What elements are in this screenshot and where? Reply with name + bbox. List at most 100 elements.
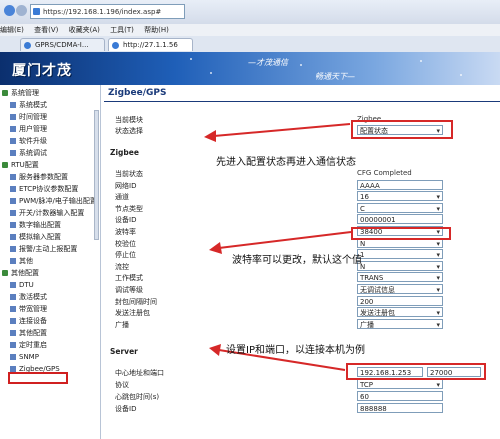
- menu-help[interactable]: 帮助(H): [144, 26, 169, 34]
- menu-favorites[interactable]: 收藏夹(A): [69, 26, 100, 34]
- sidebar-item-label: 用户管理: [19, 125, 47, 133]
- sidebar-item[interactable]: 其他配置: [0, 328, 110, 339]
- sidebar-item-label: 系统模式: [19, 101, 47, 109]
- sidebar-item[interactable]: 报警/主动上报配置: [0, 244, 110, 255]
- sidebar-item-label: SNMP: [19, 353, 39, 361]
- field-input[interactable]: 00000001: [357, 214, 443, 225]
- sidebar-item-label: ETCP协议参数配置: [19, 185, 79, 193]
- sidebar-item-label: 数字输出配置: [19, 221, 61, 229]
- sidebar-nav: 系统管理 系统模式 时间管理 用户管理 软件升级 系统调试 RTU配置 服务器参数配置 ETCP…: [0, 85, 101, 439]
- sidebar-item[interactable]: 定时重启: [0, 340, 110, 351]
- forward-icon[interactable]: [16, 5, 27, 16]
- sidebar-item-label: 连接设备: [19, 317, 47, 325]
- field-label: 工作模式: [115, 274, 143, 283]
- field-select[interactable]: 16: [357, 191, 443, 202]
- menu-view[interactable]: 查看(V): [34, 26, 58, 34]
- sidebar-item[interactable]: 其他配置: [0, 268, 102, 279]
- sidebar-highlight-box: [8, 372, 68, 384]
- field-label: 校验位: [115, 239, 136, 248]
- sidebar-item-label: 系统调试: [19, 149, 47, 157]
- field-label: 心跳包时间(s): [115, 393, 160, 401]
- field-select[interactable]: 发送注册包: [357, 307, 443, 318]
- menu-edit[interactable]: 编辑(E): [0, 26, 24, 34]
- state-label: 状态选择: [115, 127, 143, 135]
- title-divider: [104, 101, 500, 102]
- banner-decoration: [190, 58, 192, 60]
- page-icon: [10, 150, 16, 156]
- tab-http[interactable]: http://27.1.1.56: [108, 38, 193, 51]
- page-title: Zigbee/GPS: [108, 88, 167, 98]
- sidebar-item-label: 软件升级: [19, 137, 47, 145]
- page-icon: [10, 342, 16, 348]
- browser-address-bar: https://192.168.1.196/index.asp#: [0, 0, 500, 25]
- folder-icon: [2, 270, 8, 276]
- sidebar-item[interactable]: 系统管理: [0, 88, 102, 99]
- tab-gprs[interactable]: GPRS/CDMA-I...: [20, 38, 105, 51]
- sidebar-item-label: DTU: [19, 281, 34, 289]
- page-icon: [10, 198, 16, 204]
- sidebar-item-label: 定时重启: [19, 341, 47, 349]
- sidebar-item[interactable]: DTU: [0, 280, 110, 291]
- baud-highlight-box: [351, 227, 451, 240]
- field-label: 网络ID: [115, 181, 137, 190]
- field-select[interactable]: 广播: [357, 318, 443, 329]
- sidebar-scrollbar[interactable]: [94, 110, 99, 240]
- field-select[interactable]: TRANS: [357, 272, 443, 283]
- field-input[interactable]: 888888: [357, 403, 443, 413]
- field-select[interactable]: 1: [357, 249, 443, 260]
- field-label: 调试等级: [115, 286, 143, 294]
- banner-decoration: [420, 60, 422, 62]
- sidebar-item-label: 系统管理: [11, 89, 39, 97]
- site-logo: 厦门才茂: [12, 63, 72, 79]
- page-icon: [10, 126, 16, 132]
- state-highlight-box: [351, 120, 453, 139]
- back-icon[interactable]: [4, 5, 15, 16]
- field-label: 协议: [115, 381, 129, 389]
- field-select[interactable]: 无调试信息: [357, 284, 443, 294]
- sidebar-item-label: RTU配置: [11, 161, 39, 169]
- tab-favicon-icon: [112, 42, 119, 49]
- field-input[interactable]: 60: [357, 391, 443, 401]
- page-icon: [10, 186, 16, 192]
- field-select[interactable]: C: [357, 202, 443, 213]
- field-label: 波特率: [115, 228, 136, 236]
- sidebar-item[interactable]: 其他: [0, 256, 110, 267]
- field-input[interactable]: 200: [357, 295, 443, 306]
- page-icon: [10, 138, 16, 144]
- field-label: 设备ID: [115, 405, 137, 413]
- sidebar-item-label: 模拟输入配置: [19, 233, 61, 241]
- field-value: CFG Completed: [357, 169, 412, 177]
- banner-decoration: [460, 74, 462, 76]
- sidebar-item[interactable]: 带宽管理: [0, 304, 110, 315]
- site-banner: 厦门才茂 —才茂通信 畅通天下—: [0, 52, 500, 85]
- page-icon: [10, 210, 16, 216]
- current-module-label: 当前模块: [115, 116, 143, 124]
- field-label: 当前状态: [115, 170, 143, 178]
- page-icon: [10, 282, 16, 288]
- page-icon: [10, 354, 16, 360]
- page-icon: [10, 330, 16, 336]
- sidebar-item-label: 开关/计数器输入配置: [19, 209, 85, 217]
- url-input[interactable]: https://192.168.1.196/index.asp#: [30, 4, 185, 19]
- sidebar-item[interactable]: SNMP: [0, 352, 110, 363]
- sidebar-item[interactable]: RTU配置: [0, 160, 102, 171]
- field-input[interactable]: AAAA: [357, 179, 443, 190]
- tab-gprs-label: GPRS/CDMA-I...: [35, 41, 89, 49]
- field-label: 设备ID: [115, 216, 137, 225]
- site-slogan: 畅通天下—: [315, 72, 355, 81]
- sidebar-item[interactable]: 激活模式: [0, 292, 110, 303]
- sidebar-item-label: PWM/脉冲/电子输出配置: [19, 197, 97, 205]
- page-icon: [10, 102, 16, 108]
- page-icon: [10, 318, 16, 324]
- page-icon: [10, 114, 16, 120]
- menu-tools[interactable]: 工具(T): [110, 26, 134, 34]
- sidebar-item[interactable]: 连接设备: [0, 316, 110, 327]
- field-label: 广播: [115, 320, 129, 329]
- page-icon: [10, 258, 16, 264]
- banner-decoration: [300, 64, 302, 66]
- banner-decoration: [210, 72, 212, 74]
- field-label: 停止位: [115, 251, 136, 260]
- field-select[interactable]: TCP: [357, 379, 443, 389]
- sidebar-item-label: 激活模式: [19, 293, 47, 301]
- field-select[interactable]: N: [357, 260, 443, 271]
